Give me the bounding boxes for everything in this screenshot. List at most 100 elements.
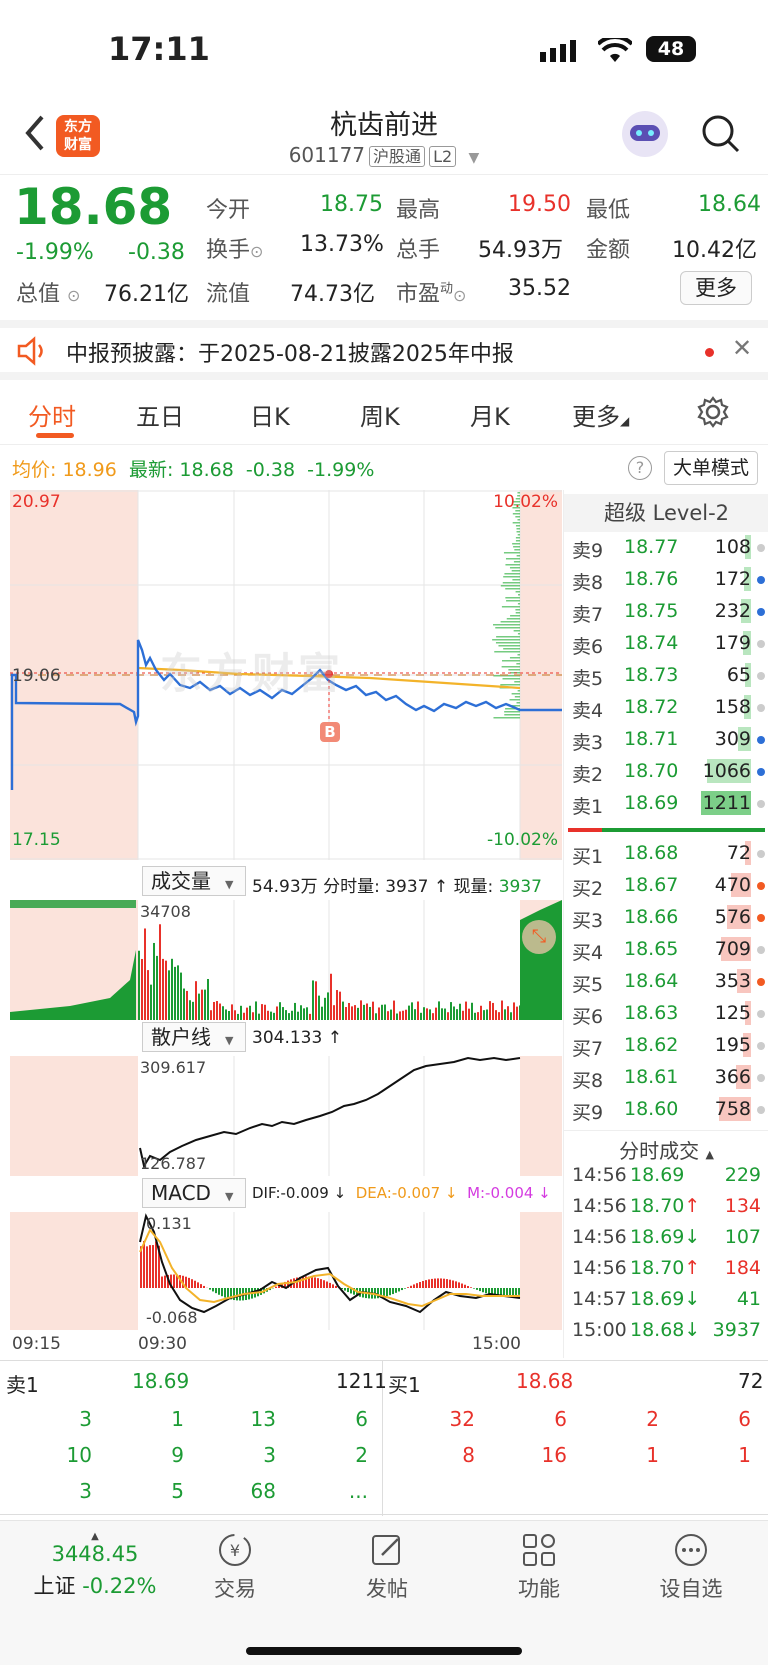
float-value: 74.73亿 — [290, 282, 375, 307]
last-price: 18.68 — [14, 178, 173, 236]
market-tag: 沪股通 — [369, 146, 426, 167]
level-label: 买3 — [572, 910, 604, 932]
ask-level-row[interactable]: 卖5 18.73 65 — [564, 660, 768, 692]
time-open: 09:30 — [138, 1334, 187, 1354]
help-icon[interactable]: ? — [628, 456, 652, 480]
tab-month-k[interactable]: 月K — [470, 397, 510, 432]
level-volume: 65 — [726, 664, 751, 686]
retail-indicator-select[interactable]: 散户线 ▼ — [142, 1022, 246, 1052]
battery-icon: 48 — [646, 36, 696, 62]
tab-week-k[interactable]: 周K — [360, 397, 400, 432]
ask-level-row[interactable]: 卖1 18.69 1211 — [564, 788, 768, 820]
ticks-header[interactable]: 分时成交 ▲ — [564, 1130, 768, 1164]
level-price: 18.61 — [624, 1066, 679, 1088]
level-dot — [757, 640, 765, 648]
nav-trade[interactable]: ¥ 交易 — [180, 1531, 290, 1603]
caret-down-icon[interactable]: ▼ — [469, 150, 480, 166]
expand-icon[interactable]: ⤡ — [522, 920, 556, 954]
intraday-chart[interactable]: 东方财富 20.97 19.06 17.15 10.02% -10.02% B — [10, 490, 562, 860]
mktcap-label: 总值 ⊙ — [16, 282, 81, 307]
macd-max: 0.131 — [146, 1214, 192, 1233]
level-price: 18.64 — [624, 970, 679, 992]
level-label: 卖3 — [572, 732, 604, 754]
open-value: 18.75 — [320, 192, 383, 217]
index-ticker[interactable]: ▲ 3448.45 上证 -0.22% — [20, 1531, 170, 1600]
svg-text:¥: ¥ — [230, 1541, 240, 1560]
level-volume: 72 — [726, 842, 751, 864]
level-volume: 353 — [714, 970, 751, 992]
queue-order: 13 — [250, 1407, 276, 1431]
level-dot — [757, 800, 765, 808]
tab-day-k[interactable]: 日K — [250, 397, 290, 432]
ask-level-row[interactable]: 卖3 18.71 309 — [564, 724, 768, 756]
tab-five-day[interactable]: 五日 — [136, 397, 184, 432]
macd-panel-header: MACD ▼ DIF:-0.009 ↓ DEA:-0.007 ↓ M:-0.004… — [10, 1178, 562, 1210]
search-icon[interactable] — [700, 113, 742, 159]
ask-level-row[interactable]: 卖9 18.77 108 — [564, 532, 768, 564]
bid-level-row[interactable]: 买7 18.62 195 — [564, 1030, 768, 1062]
amount-label: 金额 — [586, 238, 631, 263]
bid-level-row[interactable]: 买5 18.64 353 — [564, 966, 768, 998]
level-price: 18.69 — [624, 792, 679, 814]
level-volume: 125 — [714, 1002, 751, 1024]
chart-summary: 均价: 18.96 最新: 18.68 -0.38 -1.99% — [12, 459, 375, 481]
level-label: 卖8 — [572, 572, 604, 594]
level-label: 卖9 — [572, 540, 604, 562]
level-dot — [757, 1106, 765, 1114]
level2-panel[interactable]: 超级 Level-2 卖9 18.77 108 卖8 18.76 172 卖7 18.75 23… — [563, 490, 768, 1358]
mktcap-value: 76.21亿 — [104, 282, 189, 307]
settings-gear-icon[interactable] — [696, 395, 730, 433]
level-label: 卖1 — [572, 796, 604, 818]
tab-more[interactable]: 更多◢ — [572, 397, 629, 432]
retail-line-chart: 309.617 126.787 — [10, 1056, 562, 1176]
bid-level-row[interactable]: 买9 18.60 758 — [564, 1094, 768, 1126]
buy-queue-price: 18.68 — [516, 1369, 574, 1393]
buy-queue-label: 买1 — [388, 1373, 421, 1397]
nav-features[interactable]: 功能 — [484, 1531, 594, 1603]
level-volume: 1066 — [702, 760, 751, 782]
ask-level-row[interactable]: 卖6 18.74 179 — [564, 628, 768, 660]
level-dot — [757, 946, 765, 954]
nav-watchlist[interactable]: 设自选 — [636, 1531, 746, 1603]
macd-indicator-select[interactable]: MACD ▼ — [142, 1178, 246, 1208]
bid-level-row[interactable]: 买1 18.68 72 — [564, 838, 768, 870]
bid-level-row[interactable]: 买2 18.67 470 — [564, 870, 768, 902]
ask-level-row[interactable]: 卖8 18.76 172 — [564, 564, 768, 596]
level2-title: 超级 Level-2 — [564, 494, 768, 532]
bid-level-row[interactable]: 买4 18.65 709 — [564, 934, 768, 966]
tick-row: 14:56 18.69 229 — [572, 1164, 761, 1186]
queue-order: 2 — [355, 1443, 368, 1467]
big-order-mode-button[interactable]: 大单模式 — [664, 451, 758, 485]
macd-readout: DIF:-0.009 ↓ DEA:-0.007 ↓ M:-0.004 ↓ — [252, 1184, 551, 1202]
tab-intraday[interactable]: 分时 — [28, 397, 76, 432]
level-volume: 576 — [714, 906, 751, 928]
ask-level-row[interactable]: 卖7 18.75 232 — [564, 596, 768, 628]
volume-indicator-select[interactable]: 成交量 ▼ — [142, 866, 246, 896]
wifi-icon — [596, 34, 634, 68]
queue-order: 10 — [66, 1443, 92, 1467]
close-icon[interactable]: ✕ — [732, 334, 752, 362]
time-close: 15:00 — [472, 1334, 521, 1354]
nav-post[interactable]: 发帖 — [332, 1531, 442, 1603]
robot-assistant-icon[interactable] — [622, 111, 668, 157]
queue-order: 1 — [646, 1443, 659, 1467]
bid-level-row[interactable]: 买6 18.63 125 — [564, 998, 768, 1030]
level-price: 18.71 — [624, 728, 679, 750]
battery-level: 48 — [657, 38, 685, 60]
caret-up-icon: ▲ — [91, 1531, 99, 1542]
level-label: 卖2 — [572, 764, 604, 786]
level-dot — [757, 608, 765, 616]
level-price: 18.68 — [624, 842, 679, 864]
bid-level-row[interactable]: 买3 18.66 576 — [564, 902, 768, 934]
queue-order: 16 — [541, 1443, 567, 1467]
buy-marker[interactable]: B — [320, 722, 340, 742]
tick-row: 15:00 18.68↓ 3937 — [572, 1319, 761, 1341]
level-dot — [757, 1010, 765, 1018]
ask-level-row[interactable]: 卖2 18.70 1066 — [564, 756, 768, 788]
more-button[interactable]: 更多 — [680, 271, 752, 305]
notice-bar[interactable]: 中报预披露：于2025-08-21披露2025年中报 ✕ — [0, 320, 768, 380]
order-queue: 卖1 18.69 1211 买1 18.68 72 3 1 13 6 10 9 3 2 3 5 68… — [0, 1360, 768, 1516]
macd-chart: 0.131 -0.068 — [10, 1212, 562, 1330]
ask-level-row[interactable]: 卖4 18.72 158 — [564, 692, 768, 724]
bid-level-row[interactable]: 买8 18.61 366 — [564, 1062, 768, 1094]
